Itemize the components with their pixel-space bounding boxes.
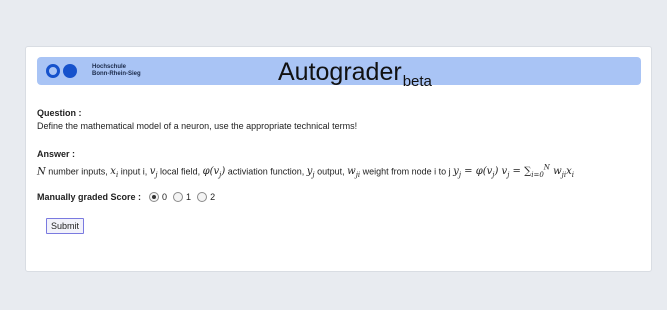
header-banner: Hochschule Bonn-Rhein-Sieg Autograderbet… <box>37 57 641 90</box>
answer-text: N number inputs, xi input i, vj local fi… <box>37 163 574 181</box>
score-label: Manually graded Score : <box>37 192 142 202</box>
app-title: Autograderbeta <box>278 58 432 96</box>
grader-card: Hochschule Bonn-Rhein-Sieg Autograderbet… <box>25 46 652 272</box>
score-radio-2[interactable] <box>197 192 208 202</box>
answer-label: Answer : <box>37 149 76 159</box>
score-radio-1[interactable] <box>173 192 184 202</box>
app-title-text: Autograder <box>278 58 402 86</box>
answer-text-part: weight from node i to j <box>360 166 454 177</box>
score-option-1[interactable]: 1 <box>173 190 191 204</box>
score-option-1-label: 1 <box>186 192 192 202</box>
university-name-line2: Bonn-Rhein-Sieg <box>92 71 141 77</box>
score-option-2[interactable]: 2 <box>197 190 215 204</box>
question-text: Define the mathematical model of a neuro… <box>37 121 358 131</box>
score-option-0[interactable]: 0 <box>149 190 167 204</box>
university-name: Hochschule Bonn-Rhein-Sieg <box>92 64 141 78</box>
math-w-ji: wji <box>347 166 361 180</box>
score-option-2-label: 2 <box>210 192 216 202</box>
math-y-j: yj <box>306 166 315 180</box>
score-row: Manually graded Score : 0 1 2 <box>37 190 221 204</box>
university-logo-dot-icon <box>63 64 77 78</box>
score-radio-0[interactable] <box>149 192 160 202</box>
question-label: Question : <box>37 108 82 118</box>
answer-text-part: input i, <box>118 166 150 177</box>
math-output-formula: yj = φ(vj) vj = ∑i=0N wjixi <box>453 164 574 180</box>
answer-text-part: activiation function, <box>225 166 307 177</box>
math-N: N <box>37 166 46 178</box>
university-logo-ring-icon <box>46 64 60 78</box>
math-v-j: vj <box>149 166 158 180</box>
answer-text-part: output, <box>314 166 348 177</box>
score-option-0-label: 0 <box>162 192 168 202</box>
app-title-suffix: beta <box>402 73 432 90</box>
university-name-line1: Hochschule <box>92 64 127 70</box>
math-phi-vj: φ(vj) <box>202 166 226 180</box>
math-x-i: xi <box>110 166 119 180</box>
submit-button[interactable]: Submit <box>46 218 85 234</box>
answer-text-part: number inputs, <box>45 166 111 177</box>
answer-text-part: local field, <box>157 166 203 177</box>
